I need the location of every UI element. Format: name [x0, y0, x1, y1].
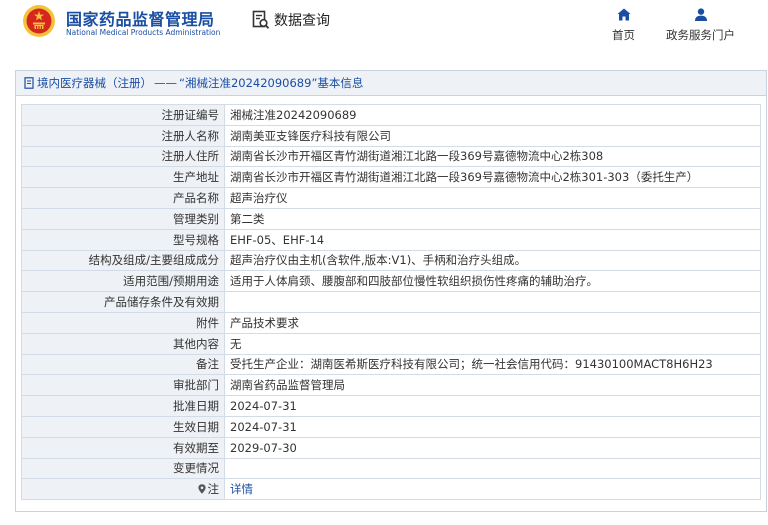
field-label: 结构及组成/主要组成成分 — [21, 249, 225, 272]
field-label: 审批部门 — [21, 374, 225, 397]
table-row-note: 注 详情 — [21, 478, 761, 501]
table-row: 注册人名称 湖南美亚支锋医疗科技有限公司 — [21, 124, 761, 147]
field-label: 注册证编号 — [21, 104, 225, 126]
nav-home-label: 首页 — [612, 28, 635, 42]
registration-info-table: 注册证编号 湘械注准20242090689 注册人名称 湖南美亚支锋医疗科技有限公司注… — [21, 104, 761, 501]
field-label: 适用范围/预期用途 — [21, 270, 225, 293]
org-name-cn: 国家药品监督管理局 — [66, 10, 215, 29]
table-row: 有效期至 2029-07-30 — [21, 436, 761, 459]
table-row: 备注 受托生产企业：湖南医希斯医疗科技有限公司；统一社会信用代码：91430100… — [21, 353, 761, 376]
field-value: 无 — [224, 332, 761, 355]
table-row: 型号规格 EHF-05、EHF-14 — [21, 228, 761, 251]
field-label: 备注 — [21, 353, 225, 376]
table-row: 生效日期 2024-07-31 — [21, 415, 761, 438]
user-icon — [694, 8, 707, 21]
national-emblem-icon — [23, 5, 55, 37]
field-label: 生效日期 — [21, 415, 225, 438]
table-row: 适用范围/预期用途 适用于人体肩颈、腰腹部和四肢部位慢性软组织损伤性疼痛的辅助治疗… — [21, 270, 761, 293]
document-search-icon — [252, 10, 270, 29]
table-row: 注册证编号 湘械注准20242090689 — [21, 104, 761, 126]
location-pin-icon — [197, 484, 206, 494]
field-label: 型号规格 — [21, 228, 225, 251]
field-value: 第二类 — [224, 207, 761, 230]
field-value: EHF-05、EHF-14 — [224, 228, 761, 251]
field-value: 产品技术要求 — [224, 311, 761, 334]
field-value: 湖南省长沙市开福区青竹湖街道湘江北路一段369号嘉德物流中心2栋301-303（… — [224, 166, 761, 189]
table-row: 附件 产品技术要求 — [21, 311, 761, 334]
table-row: 产品储存条件及有效期 — [21, 291, 761, 313]
table-row: 审批部门 湖南省药品监督管理局 — [21, 374, 761, 397]
data-query-label: 数据查询 — [274, 13, 330, 29]
site-header: 国家药品监督管理局 National Medical Products Admi… — [0, 0, 768, 58]
field-label: 有效期至 — [21, 436, 225, 459]
field-label: 注册人住所 — [21, 145, 225, 168]
breadcrumb: 境内医疗器械（注册） —— “湘械注准20242090689”基本信息 — [16, 71, 766, 96]
breadcrumb-separator: —— — [154, 76, 177, 90]
field-label: 注 — [21, 478, 225, 501]
field-value: 湖南美亚支锋医疗科技有限公司 — [224, 124, 761, 147]
breadcrumb-current: “湘械注准20242090689”基本信息 — [179, 76, 364, 90]
table-row: 其他内容无 — [21, 332, 761, 355]
table-row: 变更情况 — [21, 457, 761, 480]
detail-panel: 境内医疗器械（注册） —— “湘械注准20242090689”基本信息 注册证编… — [15, 70, 767, 512]
field-value: 受托生产企业：湖南医希斯医疗科技有限公司；统一社会信用代码：91430100MA… — [224, 353, 761, 376]
field-value: 超声治疗仪由主机(含软件,版本:V1)、手柄和治疗头组成。 — [224, 249, 761, 272]
nav-home[interactable]: 首页 — [612, 8, 635, 43]
field-value — [224, 291, 761, 313]
field-label: 其他内容 — [21, 332, 225, 355]
field-label: 产品名称 — [21, 187, 225, 209]
note-label: 注 — [207, 482, 220, 497]
field-value: 适用于人体肩颈、腰腹部和四肢部位慢性软组织损伤性疼痛的辅助治疗。 — [224, 270, 761, 293]
field-label: 批准日期 — [21, 395, 225, 417]
field-value: 湘械注准20242090689 — [224, 104, 761, 126]
nav-service-portal-label: 政务服务门户 — [666, 28, 735, 42]
field-label: 生产地址 — [21, 166, 225, 189]
field-value: 超声治疗仪 — [224, 187, 761, 209]
document-icon — [24, 77, 34, 89]
breadcrumb-category-link[interactable]: 境内医疗器械（注册） — [37, 75, 152, 91]
field-label: 附件 — [21, 311, 225, 334]
field-label: 管理类别 — [21, 207, 225, 230]
table-row: 结构及组成/主要组成成分 超声治疗仪由主机(含软件,版本:V1)、手柄和治疗头组成… — [21, 249, 761, 272]
nav-service-portal[interactable]: 政务服务门户 — [666, 8, 735, 43]
table-row: 批准日期 2024-07-31 — [21, 395, 761, 417]
table-row: 生产地址 湖南省长沙市开福区青竹湖街道湘江北路一段369号嘉德物流中心2栋301-… — [21, 166, 761, 189]
field-value: 2024-07-31 — [224, 395, 761, 417]
org-name-en: National Medical Products Administration — [66, 28, 221, 37]
field-value: 2029-07-30 — [224, 436, 761, 459]
table-row: 注册人住所 湖南省长沙市开福区青竹湖街道湘江北路一段369号嘉德物流中心2栋308 — [21, 145, 761, 168]
table-row: 管理类别 第二类 — [21, 207, 761, 230]
field-label: 注册人名称 — [21, 124, 225, 147]
data-query-link[interactable]: 数据查询 — [252, 10, 330, 30]
field-value: 湖南省长沙市开福区青竹湖街道湘江北路一段369号嘉德物流中心2栋308 — [224, 145, 761, 168]
field-label: 变更情况 — [21, 457, 225, 480]
details-link[interactable]: 详情 — [230, 482, 253, 496]
table-row: 产品名称 超声治疗仪 — [21, 187, 761, 209]
field-value: 2024-07-31 — [224, 415, 761, 438]
field-label: 产品储存条件及有效期 — [21, 291, 225, 313]
home-icon — [617, 8, 630, 21]
field-value: 详情 — [224, 478, 761, 501]
field-value — [224, 457, 761, 480]
field-value: 湖南省药品监督管理局 — [224, 374, 761, 397]
